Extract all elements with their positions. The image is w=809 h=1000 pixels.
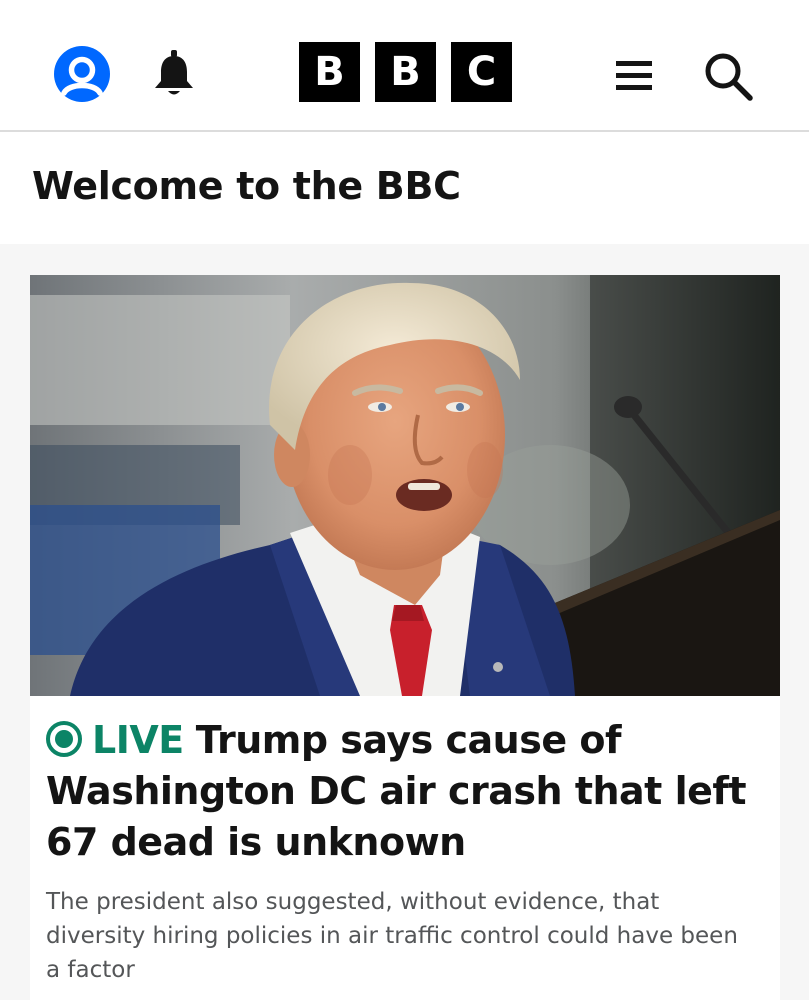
lead-story-headline[interactable]: LIVE Trump says cause of Washington DC ai… xyxy=(46,715,766,868)
account-button[interactable] xyxy=(52,44,112,104)
page-title: Welcome to the BBC xyxy=(32,164,461,208)
logo-letter-b1: B xyxy=(299,42,360,102)
live-indicator-icon xyxy=(46,721,82,757)
search-button[interactable] xyxy=(696,44,760,108)
user-account-icon xyxy=(54,46,110,102)
bell-icon xyxy=(155,50,193,95)
bbc-logo[interactable]: B B C xyxy=(299,42,512,102)
lead-story-card[interactable]: LIVE Trump says cause of Washington DC ai… xyxy=(30,275,780,1000)
hamburger-menu-icon xyxy=(616,61,652,90)
menu-button[interactable] xyxy=(608,50,660,102)
search-icon xyxy=(705,53,753,101)
logo-letter-c: C xyxy=(451,42,512,102)
welcome-section: Welcome to the BBC xyxy=(0,134,809,244)
notifications-button[interactable] xyxy=(146,44,202,104)
top-navigation-bar: B B C xyxy=(0,0,809,132)
live-label: LIVE xyxy=(92,718,184,762)
lead-story-summary: The president also suggested, without ev… xyxy=(46,889,738,983)
logo-letter-b2: B xyxy=(375,42,436,102)
hero-photo xyxy=(30,275,780,696)
lead-story-image[interactable] xyxy=(30,275,780,696)
